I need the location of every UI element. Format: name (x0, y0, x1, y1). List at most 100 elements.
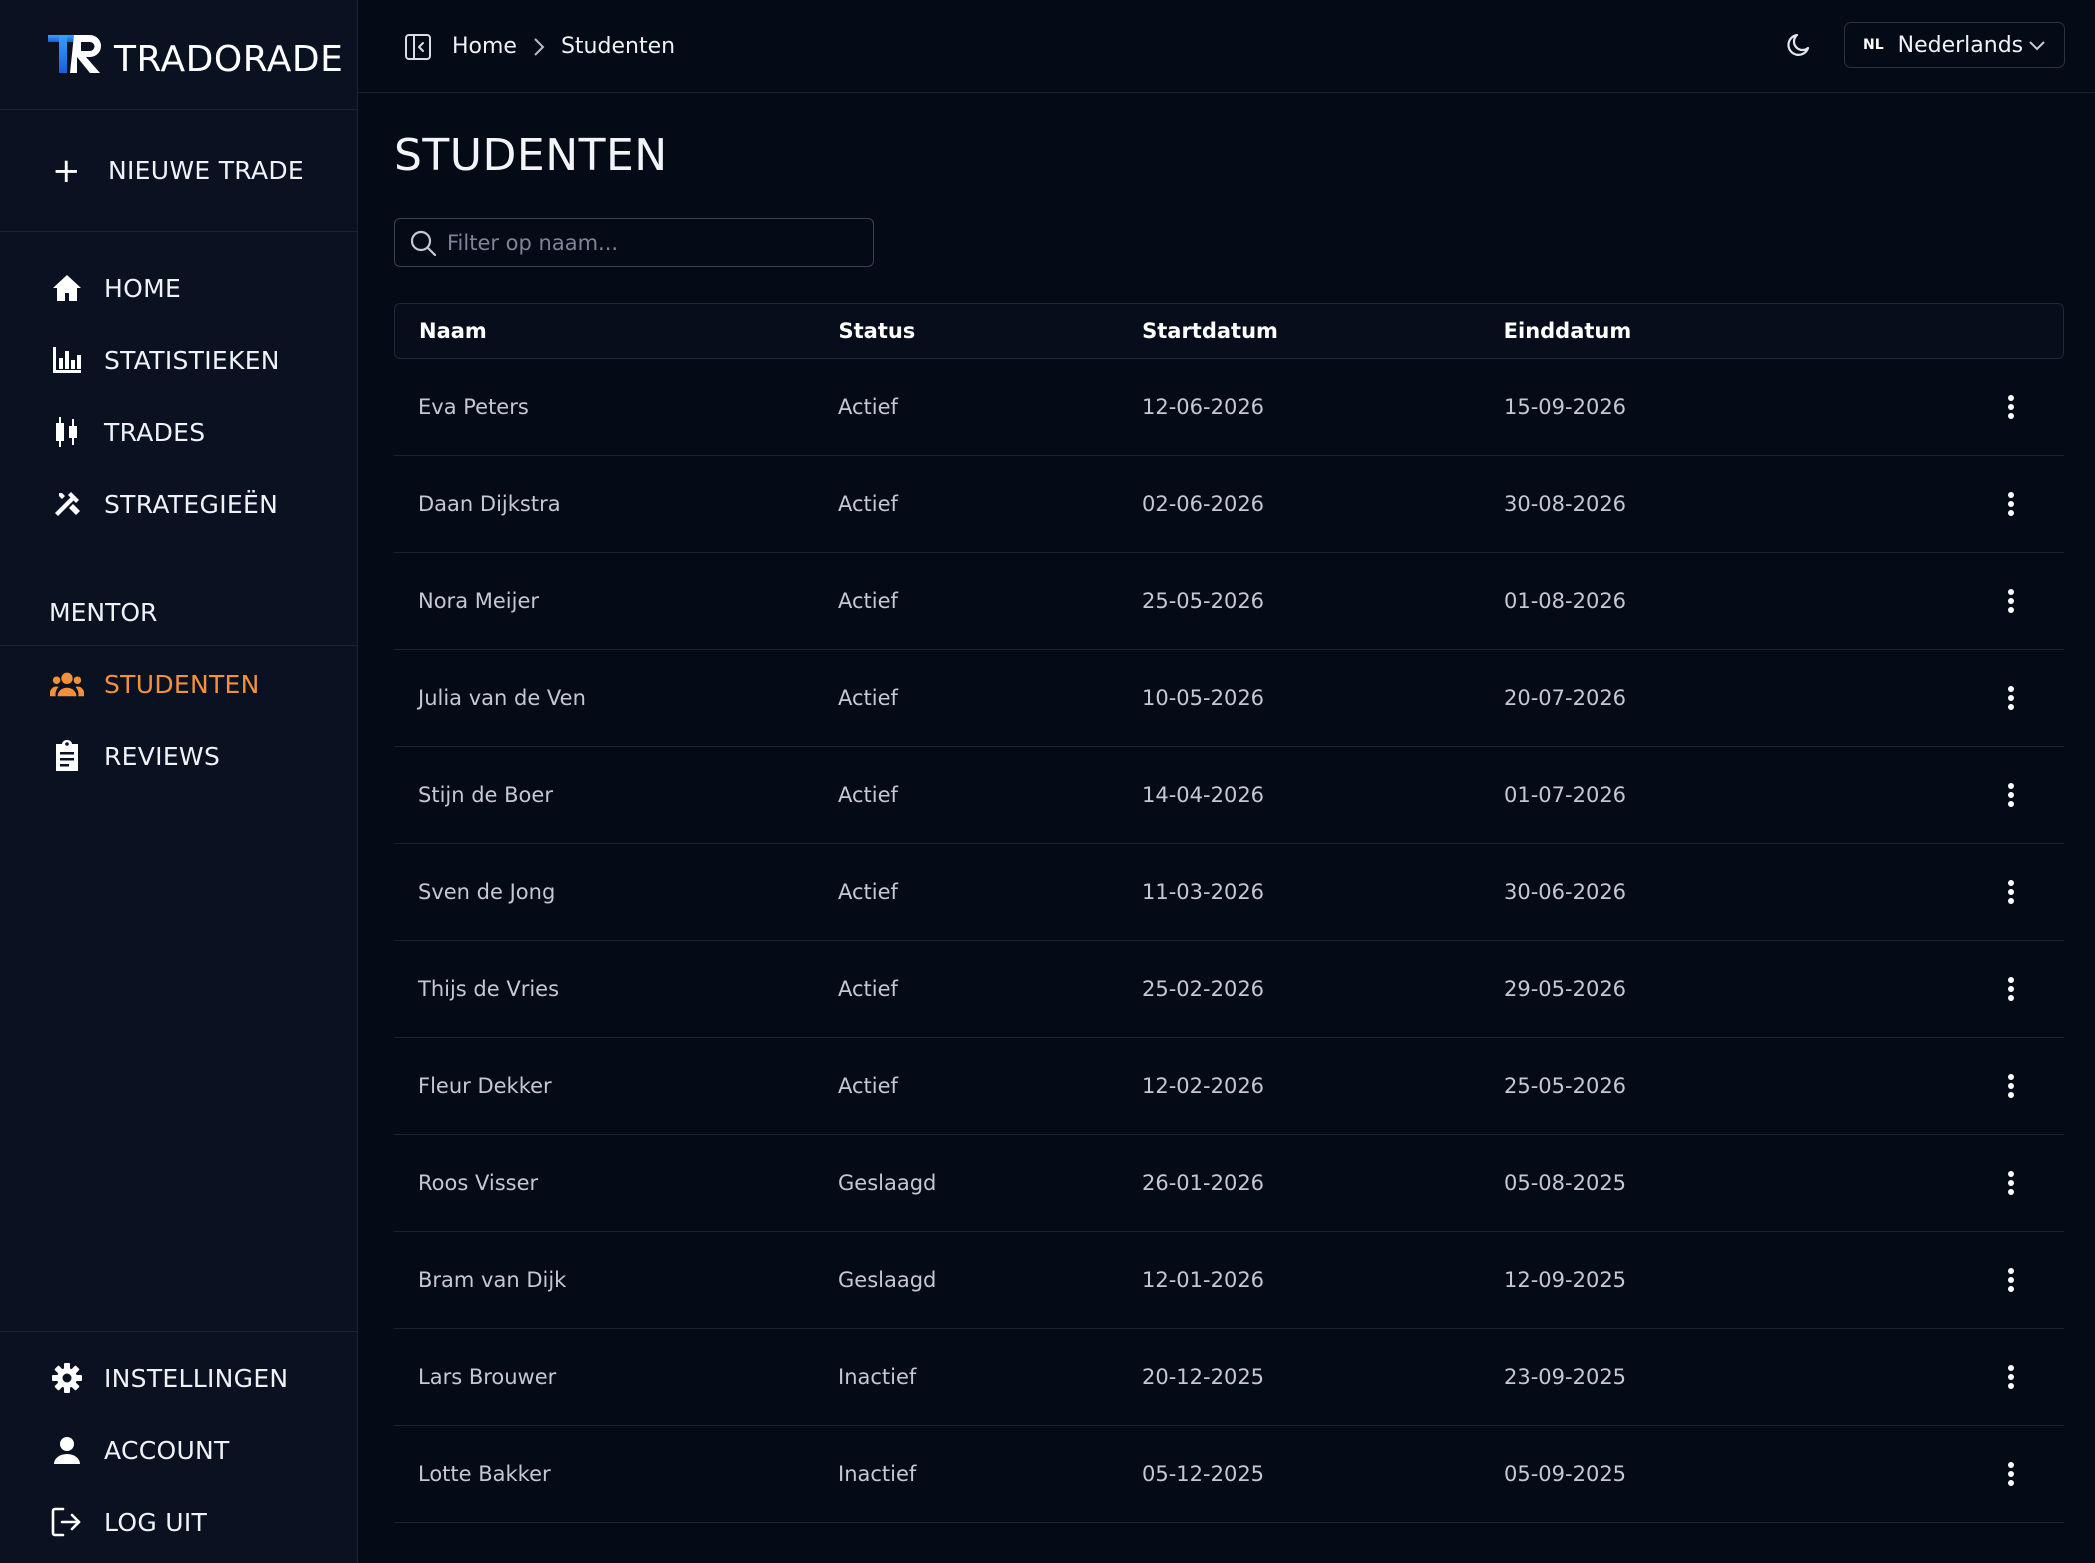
language-select[interactable]: NL Nederlands (1844, 22, 2065, 68)
more-options-icon[interactable] (1996, 877, 2026, 907)
student-start-date: 12-06-2026 (1142, 395, 1265, 419)
student-name: Nora Meijer (418, 589, 539, 613)
student-status: Inactief (838, 1462, 917, 1486)
student-start-date: 10-05-2026 (1142, 686, 1265, 710)
student-start-date: 12-01-2026 (1142, 1268, 1265, 1292)
student-end-date: 30-06-2026 (1504, 880, 1627, 904)
sidebar-item-home[interactable]: HOME (0, 252, 357, 324)
sidebar-item-reviews[interactable]: REVIEWS (0, 720, 357, 792)
column-header-end[interactable]: Einddatum (1504, 319, 1923, 343)
sidebar-item-label: STUDENTEN (104, 669, 260, 699)
student-name: Bram van Dijk (418, 1268, 567, 1292)
sidebar-item-statistieken[interactable]: STATISTIEKEN (0, 324, 357, 396)
chevron-right-icon (533, 37, 545, 57)
sidebar-item-label: INSTELLINGEN (104, 1363, 289, 1393)
more-options-icon[interactable] (1996, 683, 2026, 713)
bar-chart-icon (50, 343, 84, 377)
sidebar-item-studenten[interactable]: STUDENTEN (0, 648, 357, 720)
table-row[interactable]: Lars Brouwer Inactief 20-12-2025 23-09-2… (394, 1329, 2064, 1426)
student-end-date: 29-05-2026 (1504, 977, 1627, 1001)
table-row[interactable]: Eva Peters Actief 12-06-2026 15-09-2026 (394, 359, 2064, 456)
new-trade-button[interactable]: + NIEUWE TRADE (0, 110, 357, 232)
more-options-icon[interactable] (1996, 1362, 2026, 1392)
table-header: Naam Status Startdatum Einddatum (394, 303, 2064, 359)
plus-icon: + (52, 150, 81, 191)
table-row[interactable]: Fleur Dekker Actief 12-02-2026 25-05-202… (394, 1038, 2064, 1135)
student-status: Actief (838, 783, 898, 807)
student-status: Actief (838, 1074, 898, 1098)
more-options-icon[interactable] (1996, 1459, 2026, 1489)
column-header-name[interactable]: Naam (395, 319, 838, 343)
more-options-icon[interactable] (1996, 780, 2026, 810)
more-options-icon[interactable] (1996, 1071, 2026, 1101)
search-input[interactable] (447, 230, 873, 255)
sidebar: TRADORADE + NIEUWE TRADE HOME STATISTIEK… (0, 0, 358, 1563)
table-row[interactable]: Julia van de Ven Actief 10-05-2026 20-07… (394, 650, 2064, 747)
sidebar-item-strategieen[interactable]: STRATEGIEËN (0, 468, 357, 540)
student-end-date: 23-09-2025 (1504, 1365, 1627, 1389)
student-status: Actief (838, 977, 898, 1001)
table-row[interactable]: Roos Visser Geslaagd 26-01-2026 05-08-20… (394, 1135, 2064, 1232)
users-icon (50, 667, 84, 701)
student-status: Actief (838, 589, 898, 613)
column-header-start[interactable]: Startdatum (1142, 319, 1504, 343)
sidebar-bottom: INSTELLINGEN ACCOUNT LOG UIT (0, 1331, 357, 1563)
sidebar-item-label: ACCOUNT (104, 1435, 230, 1465)
main-nav: HOME STATISTIEKEN TRADES STRATEGIEËN (0, 232, 357, 540)
more-options-icon[interactable] (1996, 586, 2026, 616)
more-options-icon[interactable] (1996, 1168, 2026, 1198)
table-row[interactable]: Sven de Jong Actief 11-03-2026 30-06-202… (394, 844, 2064, 941)
student-name: Julia van de Ven (418, 686, 586, 710)
sidebar-toggle-icon[interactable] (404, 33, 432, 61)
student-name: Eva Peters (418, 395, 529, 419)
more-options-icon[interactable] (1996, 392, 2026, 422)
students-table: Naam Status Startdatum Einddatum Eva Pet… (394, 303, 2064, 1523)
logo-mark-icon (48, 33, 108, 77)
student-status: Actief (838, 492, 898, 516)
theme-toggle-moon-icon[interactable] (1784, 30, 1814, 60)
column-header-status[interactable]: Status (838, 319, 1142, 343)
sidebar-item-log-uit[interactable]: LOG UIT (0, 1486, 357, 1558)
student-end-date: 25-05-2026 (1504, 1074, 1627, 1098)
table-row[interactable]: Lotte Bakker Inactief 05-12-2025 05-09-2… (394, 1426, 2064, 1523)
student-end-date: 20-07-2026 (1504, 686, 1627, 710)
sidebar-item-instellingen[interactable]: INSTELLINGEN (0, 1342, 357, 1414)
gear-icon (50, 1361, 84, 1395)
sidebar-item-label: STRATEGIEËN (104, 489, 279, 519)
table-row[interactable]: Bram van Dijk Geslaagd 12-01-2026 12-09-… (394, 1232, 2064, 1329)
breadcrumb-current: Studenten (560, 34, 676, 59)
search-box[interactable] (394, 218, 874, 267)
student-status: Actief (838, 880, 898, 904)
student-end-date: 01-08-2026 (1504, 589, 1627, 613)
brand-logo[interactable]: TRADORADE (0, 0, 357, 110)
language-name: Nederlands (1897, 32, 2024, 58)
student-name: Daan Dijkstra (418, 492, 561, 516)
student-start-date: 25-02-2026 (1142, 977, 1265, 1001)
student-start-date: 14-04-2026 (1142, 783, 1265, 807)
breadcrumb-home[interactable]: Home (452, 34, 517, 59)
candlestick-icon (50, 415, 84, 449)
more-options-icon[interactable] (1996, 1265, 2026, 1295)
chevron-down-icon (2028, 36, 2046, 54)
sidebar-item-account[interactable]: ACCOUNT (0, 1414, 357, 1486)
student-name: Lotte Bakker (418, 1462, 551, 1486)
more-options-icon[interactable] (1996, 489, 2026, 519)
language-code: NL (1863, 37, 1884, 53)
sidebar-item-trades[interactable]: TRADES (0, 396, 357, 468)
student-name: Stijn de Boer (418, 783, 553, 807)
table-row[interactable]: Thijs de Vries Actief 25-02-2026 29-05-2… (394, 941, 2064, 1038)
home-icon (50, 271, 84, 305)
more-options-icon[interactable] (1996, 974, 2026, 1004)
clipboard-icon (50, 739, 84, 773)
table-row[interactable]: Stijn de Boer Actief 14-04-2026 01-07-20… (394, 747, 2064, 844)
student-end-date: 01-07-2026 (1504, 783, 1627, 807)
student-start-date: 12-02-2026 (1142, 1074, 1265, 1098)
student-start-date: 05-12-2025 (1142, 1462, 1265, 1486)
page-title: STUDENTEN (394, 130, 668, 181)
breadcrumb: Home Studenten (452, 34, 675, 59)
student-end-date: 05-08-2025 (1504, 1171, 1627, 1195)
table-row[interactable]: Daan Dijkstra Actief 02-06-2026 30-08-20… (394, 456, 2064, 553)
table-row[interactable]: Nora Meijer Actief 25-05-2026 01-08-2026 (394, 553, 2064, 650)
student-start-date: 02-06-2026 (1142, 492, 1265, 516)
student-end-date: 05-09-2025 (1504, 1462, 1627, 1486)
